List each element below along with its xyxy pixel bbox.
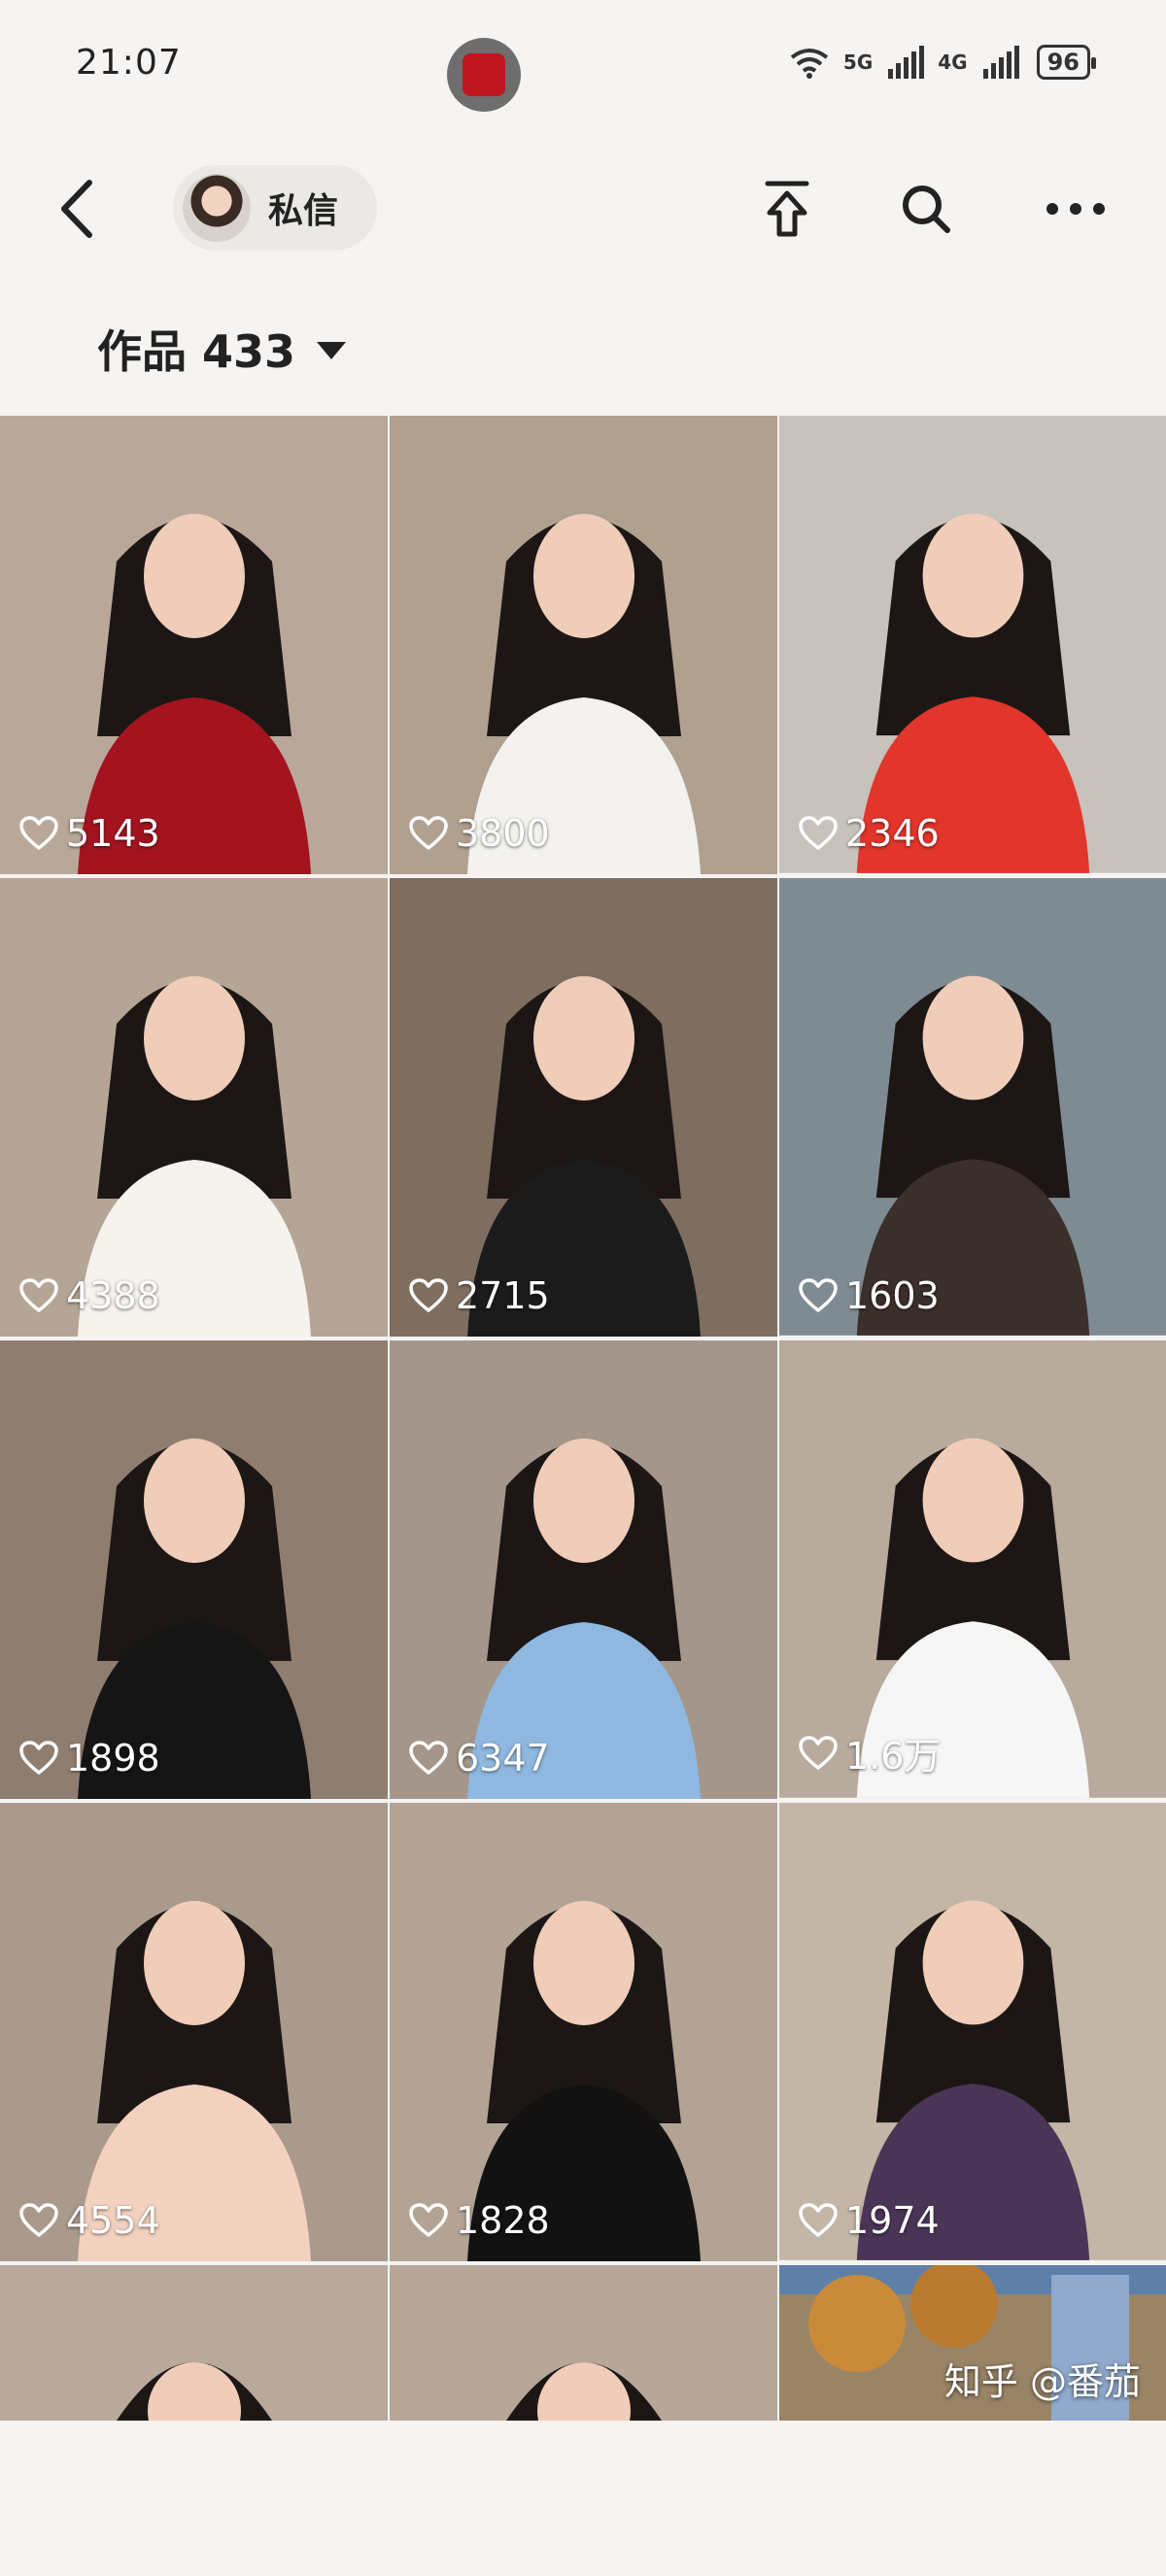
heart-icon [799, 816, 838, 850]
signal-icon [888, 46, 925, 79]
signal-icon-2 [982, 46, 1019, 79]
video-cover-image [390, 416, 777, 874]
more-icon [1046, 203, 1105, 215]
avatar [183, 174, 251, 242]
works-filter[interactable]: 作品 433 [97, 317, 347, 381]
heart-icon [19, 1741, 58, 1775]
video-cover-image [0, 2265, 388, 2421]
back-button[interactable] [51, 175, 109, 243]
like-count: 1828 [409, 2199, 550, 2242]
video-cover-image [0, 1803, 388, 2261]
caret-down-icon [317, 342, 347, 359]
status-indicators: 5G 4G 96 [789, 45, 1097, 80]
search-button[interactable] [892, 175, 960, 243]
battery-indicator: 96 [1036, 45, 1097, 80]
profile-header: 私信 [0, 146, 1166, 272]
like-count-value: 6347 [456, 1737, 550, 1779]
work-thumbnail[interactable]: 6347 [390, 1340, 777, 1799]
work-thumbnail[interactable]: 2715 [390, 878, 777, 1337]
video-cover-image [0, 878, 388, 1337]
work-thumbnail[interactable]: 3800 [390, 416, 777, 874]
video-cover-image [390, 1340, 777, 1799]
like-count: 4388 [19, 1274, 160, 1317]
like-count: 1974 [799, 2199, 940, 2242]
work-thumbnail[interactable]: 1.6万 [779, 1340, 1166, 1799]
video-cover-image [390, 1803, 777, 2261]
work-thumbnail[interactable] [0, 2265, 388, 2421]
like-count-value: 2715 [456, 1274, 550, 1317]
like-count: 1.6万 [799, 1726, 941, 1779]
back-icon [61, 180, 92, 238]
works-grid: 5143 3800 2346 4388 2715 1603 1898 6347 1.6万 4554… [0, 416, 1166, 2421]
video-cover-image [779, 416, 1166, 873]
heart-icon [409, 1741, 448, 1775]
work-thumbnail[interactable]: 1828 [390, 1803, 777, 2261]
work-thumbnail[interactable]: 2346 [779, 416, 1166, 874]
like-count-value: 3800 [456, 812, 550, 855]
share-button[interactable] [753, 175, 821, 243]
more-button[interactable] [1042, 175, 1110, 243]
work-thumbnail[interactable]: 4554 [0, 1803, 388, 2261]
work-thumbnail[interactable]: 1898 [0, 1340, 388, 1799]
like-count: 2346 [799, 812, 940, 855]
like-count-value: 1898 [66, 1737, 160, 1779]
like-count: 3800 [409, 812, 550, 855]
message-button[interactable]: 私信 [173, 165, 377, 251]
like-count-value: 1828 [456, 2199, 550, 2242]
heart-icon [19, 2203, 58, 2237]
wifi-icon [790, 49, 829, 79]
network-5g-label: 5G [842, 51, 874, 74]
work-thumbnail[interactable]: 知乎 @番茄 [779, 2265, 1166, 2421]
video-cover-image [0, 1340, 388, 1799]
like-count-value: 2346 [845, 812, 940, 855]
search-icon [903, 186, 950, 233]
status-bar: 21:07 5G 4G 96 [0, 0, 1166, 124]
heart-icon [799, 1278, 838, 1312]
video-cover-image [390, 2265, 777, 2421]
heart-icon [409, 2203, 448, 2237]
heart-icon [19, 816, 58, 850]
message-label: 私信 [268, 191, 339, 231]
like-count: 4554 [19, 2199, 160, 2242]
work-thumbnail[interactable] [390, 2265, 777, 2421]
video-cover-image [390, 878, 777, 1337]
heart-icon [799, 2203, 838, 2237]
like-count: 5143 [19, 812, 160, 855]
work-thumbnail[interactable]: 4388 [0, 878, 388, 1337]
works-count-label: 作品 433 [97, 325, 296, 378]
heart-icon [409, 1278, 448, 1312]
like-count-value: 1974 [845, 2199, 940, 2242]
status-time: 21:07 [76, 42, 182, 83]
video-cover-image [779, 1803, 1166, 2260]
heart-icon [19, 1278, 58, 1312]
like-count-value: 1603 [845, 1274, 940, 1317]
video-cover-image [0, 416, 388, 874]
heart-icon [409, 816, 448, 850]
like-count: 1898 [19, 1737, 160, 1779]
like-count-value: 5143 [66, 812, 160, 855]
like-count-value: 4554 [66, 2199, 160, 2242]
like-count: 1603 [799, 1274, 940, 1317]
work-thumbnail[interactable]: 1603 [779, 878, 1166, 1337]
app-notification-icon [447, 38, 521, 112]
watermark-text: 知乎 @番茄 [943, 2360, 1141, 2403]
like-count-value: 1.6万 [845, 1735, 942, 1778]
heart-icon [799, 1735, 838, 1770]
like-count: 2715 [409, 1274, 550, 1317]
share-icon [765, 181, 809, 237]
work-thumbnail[interactable]: 1974 [779, 1803, 1166, 2261]
like-count: 6347 [409, 1737, 550, 1779]
network-4g-label: 4G [938, 51, 968, 74]
video-cover-image [779, 878, 1166, 1336]
work-thumbnail[interactable]: 5143 [0, 416, 388, 874]
like-count-value: 4388 [66, 1274, 160, 1317]
